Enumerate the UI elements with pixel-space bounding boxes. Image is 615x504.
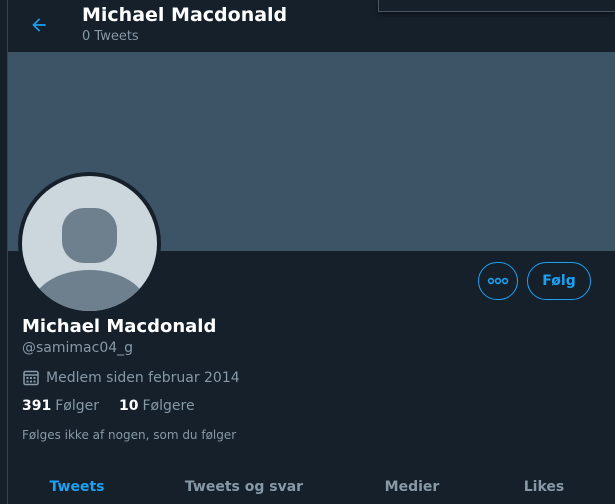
more-horizontal-icon [487,277,509,285]
following-link[interactable]: 391 Følger [22,398,99,414]
joined-date-text: Medlem siden februar 2014 [46,370,240,386]
following-count: 391 [22,398,52,414]
more-options-button[interactable] [478,262,518,300]
sidebar-edge [0,0,8,504]
followed-by-note: Følges ikke af nogen, som du følger [22,428,237,442]
tab-tweets-and-replies[interactable]: Tweets og svar [146,470,342,504]
tab-tweets[interactable]: Tweets [8,470,146,504]
calendar-icon [23,370,39,386]
followers-link[interactable]: 10 Følgere [119,398,195,414]
profile-name: Michael Macdonald [22,316,217,337]
tab-likes[interactable]: Likes [482,470,606,504]
header-tweet-count: 0 Tweets [82,29,139,44]
avatar[interactable] [22,176,157,311]
arrow-left-icon [32,18,46,32]
tab-media[interactable]: Medier [342,470,482,504]
follow-button[interactable]: Følg [527,262,591,300]
followers-label: Følgere [142,398,195,414]
profile-stats: 391 Følger 10 Følgere [22,398,195,414]
dropdown-panel-edge [378,0,615,12]
back-button[interactable] [22,8,56,42]
profile-tabs: Tweets Tweets og svar Medier Likes [8,470,615,504]
default-avatar-icon [31,208,148,311]
profile-handle: @samimac04_g [22,340,134,356]
avatar-frame [18,172,161,315]
following-label: Følger [55,398,99,414]
followers-count: 10 [119,398,139,414]
joined-date: Medlem siden februar 2014 [22,368,240,388]
header-title: Michael Macdonald [82,4,288,26]
